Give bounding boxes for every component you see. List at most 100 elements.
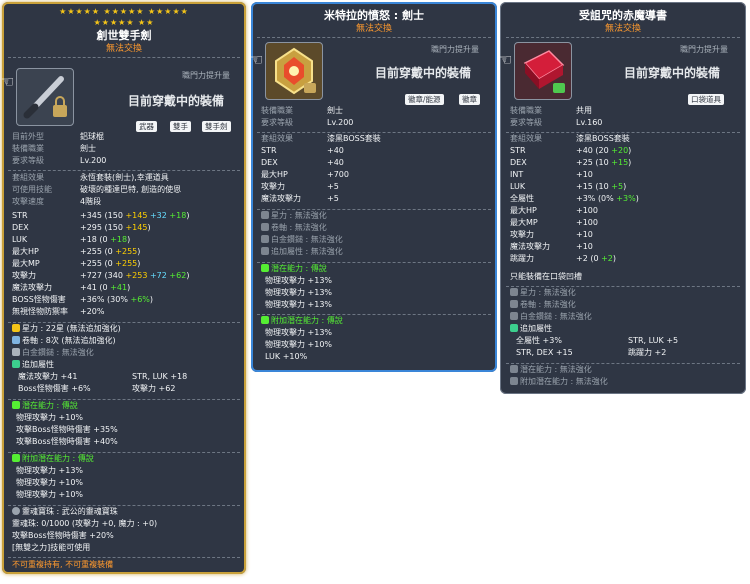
extra-option-3: Boss怪物傷害 +6% xyxy=(18,384,91,393)
trade-status: 無法交換 xyxy=(355,24,392,34)
soul-boss: 攻擊Boss怪物時傷害 +20% xyxy=(12,531,114,540)
stat-value: +3% (0% +3%) xyxy=(576,194,639,204)
tooltip-mitra-emblem: 米特拉的憤怒 : 劍士 無法交換 ☜ 職門力提升量 目前穿戴中的裝備 徽章/能源… xyxy=(251,2,497,372)
extra-option-line: 追加屬性 : 無法強化 xyxy=(261,247,343,257)
job-label: 裝備職業 xyxy=(510,106,542,115)
stat-label: STR xyxy=(12,211,28,220)
add-potential-line-3: 物理攻擊力 +10% xyxy=(16,490,84,499)
platinum-hammer-line: 白金鑽鎚 : 無法強化 xyxy=(12,348,94,358)
req-level-label: 要求等級 xyxy=(261,118,293,127)
stat-close-paren: ) xyxy=(137,247,141,256)
job-value: 劍士 xyxy=(80,144,96,153)
stat-total: +10 xyxy=(576,242,593,251)
stat-value: +345 (150 +145 +32 +18) xyxy=(80,211,189,221)
divider xyxy=(257,314,491,315)
stat-label: DEX xyxy=(261,158,278,167)
stat-value: +10 xyxy=(576,230,593,240)
stat-label: LUK xyxy=(12,235,28,244)
job-label: 裝備職業 xyxy=(12,144,44,153)
job-boost-label: 職門力提升量 xyxy=(182,71,230,80)
tooltip-cursed-grimoire: 受詛咒的赤魔導書 無法交換 ☜ 職門力提升量 目前穿戴中的裝備 口袋道具 裝備職… xyxy=(500,2,746,394)
stat-value: +41 (0 +41) xyxy=(80,283,130,293)
stat-value: +5 xyxy=(327,182,339,191)
soul-orb-icon xyxy=(12,507,20,515)
stat-label: 最大HP xyxy=(261,170,288,179)
emblem-icon xyxy=(275,47,316,95)
divider xyxy=(8,322,240,323)
potential-line-1: 物理攻擊力 +10% xyxy=(16,413,84,422)
stat-total: +255 (0 xyxy=(80,259,116,268)
divider xyxy=(257,37,491,38)
divider xyxy=(506,286,740,287)
soul-charge: 靈魂珠: 0/1000 (攻擊力 +0, 魔力 : +0) xyxy=(12,519,158,528)
stat-value: +18 (0 +18) xyxy=(80,235,130,245)
starforce-stars-row1: ★★★★★ ★★★★★ ★★★★★ xyxy=(59,7,189,16)
soul-title: 靈魂寶珠 : 武公的靈魂寶珠 xyxy=(12,507,118,517)
stat-scroll-bonus: +72 xyxy=(147,271,167,280)
stat-total: +295 (150 xyxy=(80,223,126,232)
scroll-line: 卷軸 : 無法強化 xyxy=(261,223,327,233)
item-icon-frame xyxy=(265,42,323,100)
starforce-line: 星力 : 無法強化 xyxy=(510,288,576,298)
equipped-label: 目前穿戴中的裝備 xyxy=(375,66,472,80)
set-effect-label: 套組效果 xyxy=(510,134,542,143)
stat-total: +100 xyxy=(576,206,598,215)
skill-value: 破壞的種達巴特, 創造的使恩 xyxy=(80,185,182,194)
stat-total: +25 (10 xyxy=(576,158,612,167)
stat-total: +345 (150 xyxy=(80,211,126,220)
extra-option-4: 跳躍力 +2 xyxy=(628,348,667,357)
stat-scroll-bonus: +32 xyxy=(147,211,167,220)
starforce-line: 星力 : 22星 (無法追加強化) xyxy=(12,324,121,334)
job-boost-label: 職門力提升量 xyxy=(431,45,479,54)
stat-value: +40 (20 +20) xyxy=(576,146,631,156)
stat-label: DEX xyxy=(510,158,527,167)
stat-close-paren: ) xyxy=(186,211,190,220)
scroll-icon xyxy=(12,336,20,344)
trade-status: 無法交換 xyxy=(604,24,641,34)
stat-extra-bonus: +62 xyxy=(166,271,187,280)
potential-line-3: 攻擊Boss怪物時傷害 +40% xyxy=(16,437,118,446)
add-potential-line-2: 物理攻擊力 +10% xyxy=(265,340,333,349)
stat-value: +15 (10 +5) xyxy=(576,182,626,192)
divider xyxy=(8,57,240,58)
item-title: 受詛咒的赤魔導書 xyxy=(579,9,667,22)
stat-starforce-bonus: +253 xyxy=(125,271,148,280)
look-label: 目前外型 xyxy=(12,132,44,141)
divider xyxy=(8,452,240,453)
divider xyxy=(506,37,740,38)
stat-value: +100 xyxy=(576,218,598,228)
stat-label: 全屬性 xyxy=(510,194,534,203)
potential-line-3: 物理攻擊力 +13% xyxy=(265,300,333,309)
add-potential-line-1: 物理攻擊力 +13% xyxy=(16,466,84,475)
extra-option-1: 魔法攻擊力 +41 xyxy=(18,372,78,381)
req-level-value: Lv.160 xyxy=(576,118,603,127)
pocket-only-note: 只能裝備在口袋凹槽 xyxy=(510,272,582,281)
platinum-hammer-line: 白金鑽鎚 : 無法強化 xyxy=(261,235,343,245)
tag-emblem: 徽章 xyxy=(459,94,480,105)
starforce-line: 星力 : 無法強化 xyxy=(261,211,327,221)
item-icon-frame xyxy=(16,68,74,126)
add-potential-line-1: 物理攻擊力 +13% xyxy=(265,328,333,337)
stat-total: +41 (0 xyxy=(80,283,111,292)
star-icon xyxy=(261,211,269,219)
stat-total: +255 (0 xyxy=(80,247,116,256)
potential-line: 潛在能力 : 無法強化 xyxy=(510,365,592,375)
add-potential-line-3: LUK +10% xyxy=(265,352,308,361)
req-level-value: Lv.200 xyxy=(80,156,107,165)
star-icon xyxy=(12,324,20,332)
attack-speed-value: 4階段 xyxy=(80,197,102,206)
req-level-value: Lv.200 xyxy=(327,118,354,127)
stat-starforce-bonus: +145 xyxy=(125,223,148,232)
stat-total: +40 (20 xyxy=(576,146,612,155)
extra-option-2: STR, LUK +18 xyxy=(132,372,188,381)
set-effect-label: 套組效果 xyxy=(261,134,293,143)
stat-close-paren: ) xyxy=(186,271,190,280)
stat-label: 魔法攻擊力 xyxy=(261,194,301,203)
add-potential-icon xyxy=(510,377,518,385)
extra-option-4: 攻擊力 +62 xyxy=(132,384,176,393)
stat-total: +10 xyxy=(576,170,593,179)
stat-starforce-bonus: +255 xyxy=(115,247,138,256)
hammer-icon xyxy=(261,235,269,243)
legendary-icon xyxy=(261,316,269,324)
stat-value: +700 xyxy=(327,170,349,179)
